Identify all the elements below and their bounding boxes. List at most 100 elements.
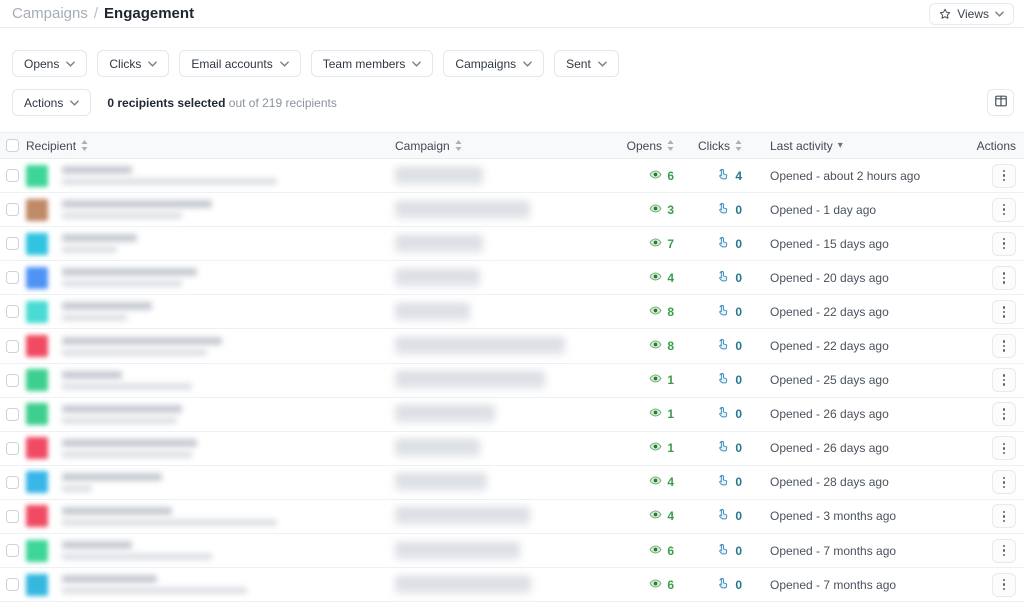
- recipient-cell[interactable]: [26, 369, 395, 391]
- filter-campaigns-label: Campaigns: [455, 57, 516, 71]
- row-checkbox[interactable]: [6, 374, 19, 387]
- row-menu-button[interactable]: [992, 198, 1016, 222]
- campaign-redacted: [395, 303, 470, 321]
- opens-count: 1: [667, 407, 674, 421]
- column-header-clicks[interactable]: Clicks: [674, 139, 742, 153]
- row-checkbox[interactable]: [6, 510, 19, 523]
- select-all-checkbox[interactable]: [6, 139, 19, 152]
- row-menu-button[interactable]: [992, 470, 1016, 494]
- filter-sent[interactable]: Sent: [554, 50, 619, 77]
- campaign-redacted: [395, 337, 565, 355]
- row-menu-button[interactable]: [992, 164, 1016, 188]
- selection-summary: 0 recipients selected out of 219 recipie…: [107, 96, 336, 110]
- eye-icon: [649, 304, 662, 320]
- row-actions-cell: [970, 300, 1016, 324]
- row-checkbox[interactable]: [6, 340, 19, 353]
- last-activity-cell: Opened - 15 days ago: [770, 237, 970, 251]
- recipient-cell[interactable]: [26, 471, 395, 493]
- opens-count: 8: [667, 305, 674, 319]
- column-header-last-activity[interactable]: Last activity ▾: [770, 139, 970, 153]
- recipient-cell[interactable]: [26, 335, 395, 357]
- recipient-name-redacted: [62, 541, 132, 549]
- row-menu-button[interactable]: [992, 232, 1016, 256]
- sort-icon: [455, 140, 462, 151]
- row-checkbox[interactable]: [6, 271, 19, 284]
- recipient-cell[interactable]: [26, 403, 395, 425]
- ellipsis-dot: [1003, 272, 1006, 275]
- row-checkbox[interactable]: [6, 237, 19, 250]
- row-menu-button[interactable]: [992, 402, 1016, 426]
- row-checkbox[interactable]: [6, 544, 19, 557]
- recipient-cell[interactable]: [26, 437, 395, 459]
- row-checkbox[interactable]: [6, 476, 19, 489]
- breadcrumb-parent[interactable]: Campaigns: [12, 5, 88, 22]
- last-activity-text: Opened - 22 days ago: [770, 305, 889, 319]
- row-checkbox[interactable]: [6, 203, 19, 216]
- recipient-redacted-text: [62, 473, 162, 492]
- clicks-count: 4: [735, 169, 742, 183]
- recipient-name-redacted: [62, 200, 212, 208]
- row-checkbox[interactable]: [6, 442, 19, 455]
- opens-count: 6: [667, 544, 674, 558]
- table-row: 4 0 Opened - 28 days ago: [0, 466, 1024, 500]
- page-title: Engagement: [104, 5, 194, 22]
- filter-team-members[interactable]: Team members: [311, 50, 434, 77]
- recipient-cell[interactable]: [26, 199, 395, 221]
- recipient-email-redacted: [62, 417, 177, 424]
- column-header-opens[interactable]: Opens: [620, 139, 674, 153]
- last-activity-text: Opened - 1 day ago: [770, 203, 876, 217]
- row-actions-cell: [970, 504, 1016, 528]
- filter-email-accounts[interactable]: Email accounts: [179, 50, 300, 77]
- row-menu-button[interactable]: [992, 266, 1016, 290]
- row-menu-button[interactable]: [992, 539, 1016, 563]
- clicks-cell: 0: [674, 508, 742, 524]
- views-button[interactable]: Views: [929, 3, 1014, 25]
- filter-clicks[interactable]: Clicks: [97, 50, 169, 77]
- filter-opens[interactable]: Opens: [12, 50, 87, 77]
- recipient-cell[interactable]: [26, 301, 395, 323]
- row-menu-button[interactable]: [992, 504, 1016, 528]
- row-checkbox[interactable]: [6, 305, 19, 318]
- tap-click-icon: [717, 168, 730, 184]
- opens-count: 4: [667, 509, 674, 523]
- table-row: 6 0 Opened - 7 months ago: [0, 534, 1024, 568]
- chevron-down-icon: [66, 61, 75, 67]
- recipient-redacted-text: [62, 200, 212, 219]
- campaign-cell: [395, 439, 620, 457]
- recipient-cell[interactable]: [26, 505, 395, 527]
- ellipsis-dot: [1003, 315, 1006, 318]
- column-header-recipient[interactable]: Recipient: [26, 139, 395, 153]
- campaign-redacted: [395, 439, 480, 457]
- recipient-cell[interactable]: [26, 165, 395, 187]
- recipient-name-redacted: [62, 575, 157, 583]
- recipient-name-redacted: [62, 234, 137, 242]
- row-checkbox[interactable]: [6, 578, 19, 591]
- last-activity-text: Opened - 28 days ago: [770, 475, 889, 489]
- row-checkbox[interactable]: [6, 169, 19, 182]
- row-menu-button[interactable]: [992, 573, 1016, 597]
- ellipsis-dot: [1003, 208, 1006, 211]
- column-settings-button[interactable]: [987, 89, 1014, 116]
- table-row: 1 0 Opened - 26 days ago: [0, 432, 1024, 466]
- row-menu-button[interactable]: [992, 436, 1016, 460]
- row-menu-button[interactable]: [992, 300, 1016, 324]
- recipient-cell[interactable]: [26, 233, 395, 255]
- clicks-cell: 0: [674, 304, 742, 320]
- row-checkbox[interactable]: [6, 408, 19, 421]
- filter-campaigns[interactable]: Campaigns: [443, 50, 544, 77]
- clicks-cell: 0: [674, 236, 742, 252]
- recipient-cell[interactable]: [26, 574, 395, 596]
- row-menu-button[interactable]: [992, 334, 1016, 358]
- recipient-cell[interactable]: [26, 540, 395, 562]
- ellipsis-dot: [1003, 545, 1006, 548]
- row-menu-button[interactable]: [992, 368, 1016, 392]
- row-actions-cell: [970, 198, 1016, 222]
- column-header-campaign[interactable]: Campaign: [395, 139, 620, 153]
- tap-click-icon: [717, 236, 730, 252]
- recipient-cell[interactable]: [26, 267, 395, 289]
- table-columns-icon: [994, 94, 1008, 111]
- opens-cell: 6: [620, 168, 674, 184]
- avatar: [26, 437, 48, 459]
- actions-dropdown-button[interactable]: Actions: [12, 89, 91, 116]
- eye-icon: [649, 338, 662, 354]
